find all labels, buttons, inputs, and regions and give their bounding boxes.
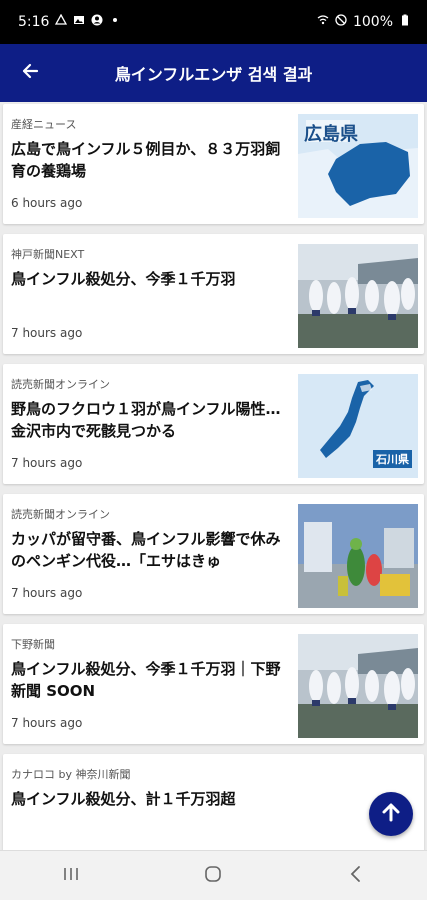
article-thumbnail[interactable]: 石川県 [298,374,418,478]
alert-icon [55,14,68,30]
system-back-button[interactable] [326,856,386,896]
status-left: 5:16 [18,14,121,30]
article-source: 産経ニュース [11,118,77,131]
system-nav-bar [0,850,427,900]
article-headline[interactable]: 鳥インフル殺処分、今季１千万羽 [11,268,287,290]
article-card[interactable]: 産経ニュース 広島で鳥インフル５例目か、８３万羽飼育の養鶏場 6 hours a… [3,104,424,224]
article-time: 6 hours ago [11,196,83,210]
article-card[interactable]: 読売新聞オンライン カッパが留守番、鳥インフル影響で休みのペンギン代役…「エサは… [3,494,424,614]
thumbnail-map-label: 広島県 [304,124,358,145]
article-list[interactable]: 産経ニュース 広島で鳥インフル５例目か、８３万羽飼育の養鶏場 6 hours a… [0,102,427,850]
article-headline[interactable]: 野鳥のフクロウ１羽が鳥インフル陽性…金沢市内で死骸見つかる [11,398,287,442]
article-headline[interactable]: 広島で鳥インフル５例目か、８３万羽飼育の養鶏場 [11,138,287,182]
article-source: 読売新聞オンライン [11,508,110,521]
thumbnail-map-label: 石川県 [373,450,412,468]
article-source: 下野新聞 [11,638,55,651]
article-card[interactable]: 神戸新聞NEXT 鳥インフル殺処分、今季１千万羽 7 hours ago [3,234,424,354]
article-card[interactable]: カナロコ by 神奈川新聞 鳥インフル殺処分、計１千万羽超 [3,754,424,850]
page-title: 鳥インフルエンザ 검색 결과 [114,65,313,84]
article-time: 7 hours ago [11,326,83,340]
wifi-icon [317,14,329,30]
home-icon [204,865,222,887]
article-time: 7 hours ago [11,456,83,470]
do-not-disturb-icon [335,14,347,30]
back-chevron-icon [349,865,363,887]
image-icon [73,14,85,30]
app-bar: 鳥インフルエンザ 검색 결과 [0,44,427,102]
article-headline[interactable]: カッパが留守番、鳥インフル影響で休みのペンギン代役…「エサはきゅ [11,528,287,572]
article-headline[interactable]: 鳥インフル殺処分、計１千万羽超 [11,788,287,810]
battery-icon [399,14,411,30]
status-right: 100% [317,14,411,30]
back-button[interactable] [0,44,60,102]
dot-icon [109,14,121,30]
recents-icon [62,866,80,886]
article-source: 読売新聞オンライン [11,378,110,391]
article-time: 7 hours ago [11,716,83,730]
article-source: カナロコ by 神奈川新聞 [11,768,131,781]
article-time: 7 hours ago [11,586,83,600]
status-time: 5:16 [18,14,50,30]
arrow-up-icon [380,801,402,827]
account-icon [91,14,103,30]
article-headline[interactable]: 鳥インフル殺処分、今季１千万羽｜下野新聞 SOON [11,658,287,702]
scroll-to-top-button[interactable] [369,792,413,836]
arrow-left-icon [20,61,40,85]
status-bar: 5:16 100% [0,0,427,44]
recents-button[interactable] [41,856,101,896]
article-thumbnail[interactable] [298,244,418,348]
article-source: 神戸新聞NEXT [11,248,85,261]
article-thumbnail[interactable] [298,504,418,608]
article-thumbnail[interactable]: 広島県 [298,114,418,218]
article-card[interactable]: 読売新聞オンライン 野鳥のフクロウ１羽が鳥インフル陽性…金沢市内で死骸見つかる … [3,364,424,484]
article-card[interactable]: 下野新聞 鳥インフル殺処分、今季１千万羽｜下野新聞 SOON 7 hours a… [3,624,424,744]
home-button[interactable] [183,856,243,896]
article-thumbnail[interactable] [298,634,418,738]
battery-percent: 100% [352,14,393,30]
